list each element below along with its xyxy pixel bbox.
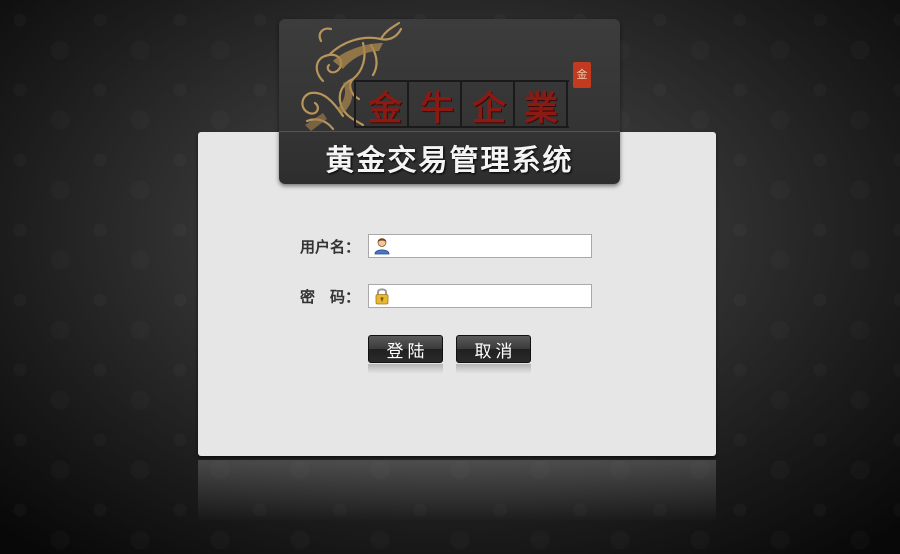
header-divider: [279, 131, 620, 132]
cancel-button-reflection: [456, 364, 531, 374]
login-button[interactable]: 登陆: [368, 335, 443, 363]
cancel-button[interactable]: 取消: [456, 335, 531, 363]
login-button-reflection: [368, 364, 443, 374]
page-title: 黄金交易管理系统: [325, 143, 574, 177]
brand-char: 業: [524, 88, 558, 129]
brand-char: 金: [368, 88, 402, 129]
lock-icon: [375, 288, 389, 305]
header-card: 金 牛 企 業 金 黄金交易管理系统: [279, 19, 620, 184]
username-input[interactable]: [392, 236, 590, 256]
password-field[interactable]: [368, 284, 592, 308]
password-label: 密 码：: [300, 287, 361, 306]
username-field[interactable]: [368, 234, 592, 258]
username-row: 用户名：: [300, 234, 592, 258]
brand-char: 企: [472, 88, 506, 129]
password-row: 密 码：: [300, 284, 592, 308]
seal-stamp: 金: [573, 62, 591, 88]
username-label: 用户名：: [300, 237, 361, 256]
user-icon: [374, 238, 390, 255]
brand-char: 牛: [420, 88, 454, 129]
panel-reflection: [198, 460, 716, 520]
password-input[interactable]: [392, 286, 590, 306]
brand-name: 金 牛 企 業: [359, 83, 567, 129]
